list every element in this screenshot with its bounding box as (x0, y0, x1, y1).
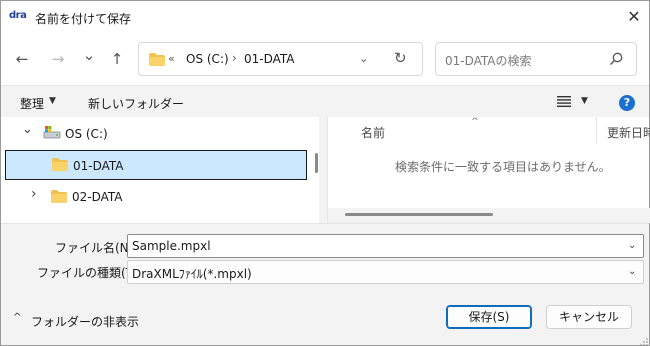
organize-menu-button[interactable]: 整理 (20, 95, 44, 112)
save-as-dialog: dra 名前を付けて保存 ✕ ← → ⌄ ↑ « OS (C:) › 01-DA… (0, 0, 650, 346)
tree-item-label: 01-DATA (73, 159, 124, 173)
navigation-bar: ← → ⌄ ↑ « OS (C:) › 01-DATA ⌄ ↻ 01-DATAの… (1, 33, 649, 85)
filename-value[interactable]: Sample.mpxl (132, 239, 211, 253)
title-bar: dra 名前を付けて保存 ✕ (1, 1, 649, 33)
tree-item-02-data[interactable]: › 02-DATA (5, 182, 307, 212)
filetype-select[interactable]: DraXMLﾌｧｲﾙ(*.mpxl) ⌄ (127, 260, 644, 284)
address-overflow-button[interactable]: « (168, 52, 175, 65)
breadcrumb-folder[interactable]: 01-DATA (244, 52, 295, 66)
app-logo-icon: dra (9, 10, 27, 21)
folder-icon (51, 190, 67, 203)
folder-icon (149, 53, 165, 66)
new-folder-button[interactable]: 新しいフォルダー (88, 95, 184, 112)
search-placeholder: 01-DATAの検索 (445, 54, 532, 68)
address-bar[interactable]: « OS (C:) › 01-DATA ⌄ ↻ (138, 42, 423, 76)
resize-grip-icon[interactable] (639, 337, 649, 346)
address-dropdown-button[interactable]: ⌄ (359, 52, 375, 65)
chevron-up-icon: ^ (13, 312, 22, 323)
tree-scrollbar[interactable] (315, 153, 318, 173)
back-button[interactable]: ← (10, 47, 34, 71)
up-folder-button[interactable]: ↑ (105, 47, 129, 71)
column-header-name[interactable]: 名前 (361, 124, 385, 141)
command-bar: 整理 ▼ 新しいフォルダー ▼ ? (1, 85, 649, 117)
close-button[interactable]: ✕ (621, 5, 647, 29)
filename-field[interactable]: Sample.mpxl ⌄ (127, 234, 644, 258)
recent-locations-button[interactable]: ⌄ (77, 43, 101, 67)
save-form: ファイル名(N): Sample.mpxl ⌄ ファイルの種類(T): DraX… (1, 223, 649, 345)
tree-item-label: OS (C:) (65, 127, 108, 141)
view-options-caret-icon[interactable]: ▼ (581, 96, 588, 106)
file-list-pane: ^ 名前 更新日時 検索条件に一致する項目はありません。 (327, 117, 650, 223)
search-icon[interactable] (608, 51, 624, 67)
refresh-button[interactable]: ↻ (394, 49, 414, 67)
breadcrumb-drive[interactable]: OS (C:) (186, 52, 229, 66)
expand-chevron-icon[interactable]: ⌄ (22, 122, 33, 137)
drive-icon (43, 126, 61, 139)
search-input[interactable]: 01-DATAの検索 (435, 42, 637, 76)
forward-button[interactable]: → (46, 47, 70, 71)
empty-list-message: 検索条件に一致する項目はありません。 (395, 160, 611, 174)
tree-item-01-data[interactable]: 01-DATA (5, 150, 307, 180)
breadcrumb-separator[interactable]: › (232, 51, 237, 65)
save-button[interactable]: 保存(S) (446, 305, 532, 329)
navigation-pane: ⌄ OS (C:) 01-DATA › 02-DATA (1, 117, 319, 223)
help-icon[interactable]: ? (619, 95, 635, 111)
filetype-dropdown-icon[interactable]: ⌄ (628, 266, 636, 277)
column-header-date-modified[interactable]: 更新日時 (607, 124, 650, 141)
expand-chevron-icon[interactable]: › (31, 186, 37, 202)
tree-item-drive[interactable]: ⌄ OS (C:) (5, 119, 307, 149)
filename-dropdown-icon[interactable]: ⌄ (628, 240, 636, 251)
filetype-value[interactable]: DraXMLﾌｧｲﾙ(*.mpxl) (132, 265, 252, 282)
view-options-icon[interactable] (557, 95, 571, 107)
tree-item-label: 02-DATA (72, 190, 123, 204)
folder-icon (52, 158, 68, 171)
horizontal-scrollbar-thumb[interactable] (345, 213, 493, 216)
window-title: 名前を付けて保存 (35, 12, 132, 26)
organize-caret-icon[interactable]: ▼ (49, 96, 56, 106)
filename-label: ファイル名(N): (55, 241, 138, 255)
hide-folders-label: フォルダーの非表示 (31, 315, 140, 329)
sort-ascending-icon: ^ (471, 117, 479, 127)
column-divider[interactable] (596, 117, 597, 143)
cancel-button[interactable]: キャンセル (546, 305, 632, 329)
